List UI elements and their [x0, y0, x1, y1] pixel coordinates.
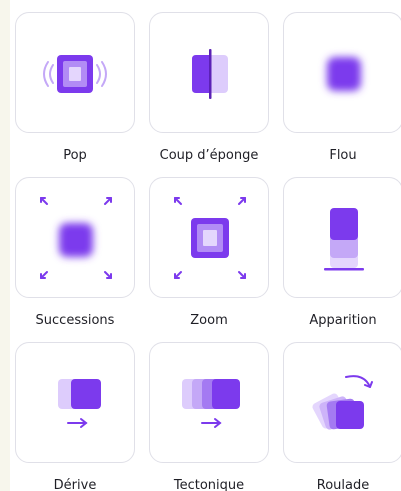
animation-tile-drift[interactable] [15, 342, 135, 463]
animation-option-blur[interactable]: Flou [283, 12, 401, 177]
animation-option-rise[interactable]: Apparition [283, 177, 401, 342]
animation-label: Successions [35, 313, 115, 328]
animation-label: Apparition [309, 313, 377, 328]
animation-option-pop[interactable]: Pop [15, 12, 135, 177]
animation-panel: Pop Coup d’éponge Flou Successions Zoom … [10, 0, 401, 491]
animation-label: Flou [329, 148, 357, 163]
tumble-icon [312, 375, 373, 430]
wipe-icon [192, 49, 228, 99]
animation-label: Zoom [190, 313, 228, 328]
animation-label: Dérive [53, 478, 97, 491]
drift-icon [58, 379, 101, 428]
tectonic-icon [182, 379, 240, 428]
rise-icon [324, 208, 364, 271]
animation-label: Pop [63, 148, 87, 163]
animation-option-drift[interactable]: Dérive [15, 342, 135, 491]
animation-label: Roulade [316, 478, 370, 491]
animation-tile-wipe[interactable] [149, 12, 269, 133]
animation-label: Tectonique [173, 478, 245, 491]
animation-label: Coup d’éponge [159, 148, 259, 163]
blur-icon [327, 57, 361, 91]
animation-tile-tumble[interactable] [283, 342, 401, 463]
animation-tile-tectonic[interactable] [149, 342, 269, 463]
animation-option-tumble[interactable]: Roulade [283, 342, 401, 491]
animation-option-succession[interactable]: Successions [15, 177, 135, 342]
zoom-icon [174, 197, 246, 279]
animation-option-zoom[interactable]: Zoom [149, 177, 269, 342]
animation-option-tectonic[interactable]: Tectonique [149, 342, 269, 491]
succession-icon [40, 197, 112, 279]
animation-tile-pop[interactable] [15, 12, 135, 133]
animation-option-wipe[interactable]: Coup d’éponge [149, 12, 269, 177]
pop-icon [43, 55, 107, 93]
animation-tile-zoom[interactable] [149, 177, 269, 298]
animation-grid: Pop Coup d’éponge Flou Successions Zoom … [15, 12, 401, 491]
animation-tile-blur[interactable] [283, 12, 401, 133]
animation-tile-rise[interactable] [283, 177, 401, 298]
animation-tile-succession[interactable] [15, 177, 135, 298]
